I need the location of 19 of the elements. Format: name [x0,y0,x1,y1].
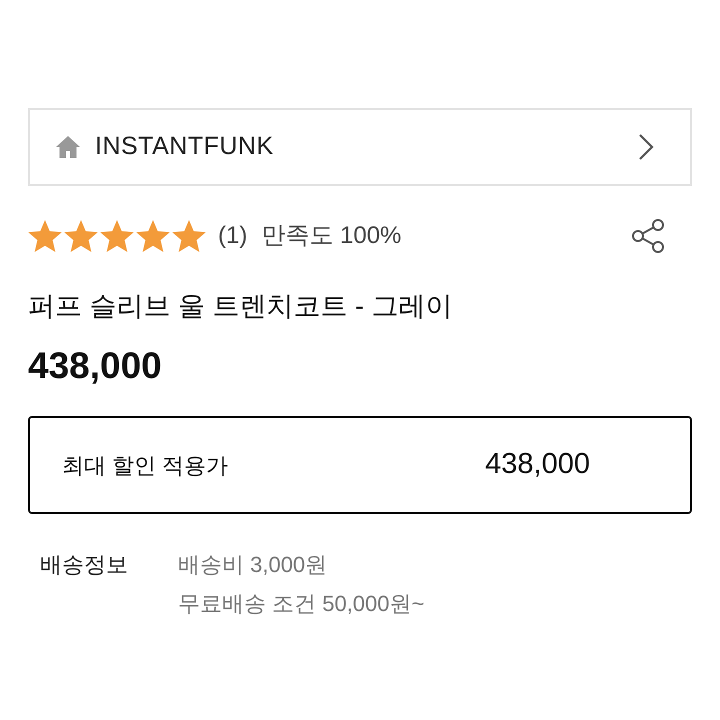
review-count: (1) [218,221,248,251]
share-icon [631,218,665,254]
share-button[interactable] [630,217,666,255]
star-icon [100,220,134,252]
max-discount-price: 438,000 [485,447,590,482]
star-icon [28,220,62,252]
max-discount-label: 최대 할인 적용가 [62,452,228,480]
star-icon [172,220,206,252]
shipping-label: 배송정보 [40,551,129,579]
satisfaction-text: 만족도 100% [261,221,402,251]
star-icon [136,220,170,252]
shipping-info-text: 배송비 3,000원 [178,551,328,579]
chevron-right-icon [638,133,654,161]
product-price: 438,000 [28,344,162,388]
home-icon [56,136,80,158]
product-title: 퍼프 슬리브 울 트렌치코트 - 그레이 [28,290,452,323]
brand-link[interactable]: INSTANTFUNK [28,108,692,186]
star-icon [64,220,98,252]
shipping-info-text: 무료배송 조건 50,000원~ [178,590,424,618]
